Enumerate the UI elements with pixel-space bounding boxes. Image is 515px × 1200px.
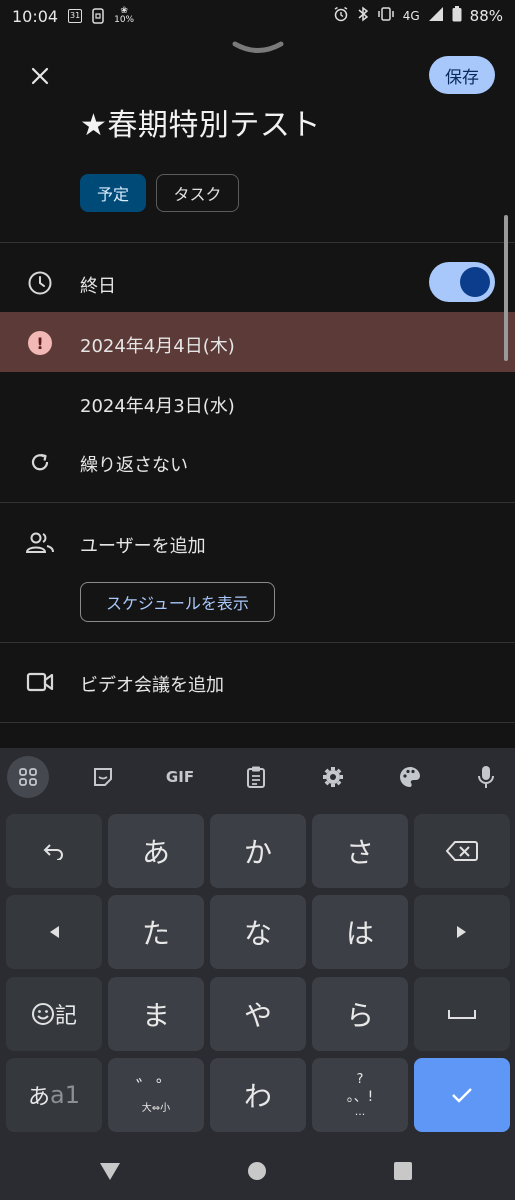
key-ta[interactable]: た [108, 895, 204, 969]
recents-nav-icon[interactable] [390, 1158, 416, 1184]
enter-key[interactable] [414, 1058, 510, 1132]
alnum-mode-label: a1 [50, 1081, 80, 1109]
start-date[interactable]: 2024年4月4日(木) [80, 332, 235, 358]
people-icon [24, 527, 56, 559]
key-sa[interactable]: さ [312, 814, 408, 888]
signal-icon [428, 6, 444, 26]
navigation-bar [0, 1140, 515, 1200]
repeat-setting[interactable]: 繰り返さない [80, 451, 188, 477]
close-button[interactable] [22, 60, 58, 92]
sticker-icon[interactable] [82, 756, 124, 798]
status-time: 10:04 [12, 6, 59, 26]
mic-icon[interactable] [465, 756, 507, 798]
palette-icon[interactable] [389, 756, 431, 798]
key-wa[interactable]: わ [210, 1058, 306, 1132]
key-ha[interactable]: は [312, 895, 408, 969]
key-ma[interactable]: ま [108, 977, 204, 1051]
check-icon [452, 1088, 472, 1103]
close-icon [31, 67, 49, 85]
dakuten-key[interactable]: ゛゜ 大⇔小 [108, 1058, 204, 1132]
add-video-call[interactable]: ビデオ会議を追加 [80, 671, 224, 697]
view-schedule-button[interactable]: スケジュールを表示 [80, 582, 275, 622]
home-nav-icon[interactable] [244, 1158, 270, 1184]
event-type-chip[interactable]: 予定 [80, 174, 146, 212]
dakuten-label: ゛゜ [136, 1075, 176, 1100]
backspace-icon [446, 841, 478, 861]
data-saver-label: 10% [114, 15, 135, 25]
error-icon: ! [28, 331, 52, 355]
status-bar: 10:04 31 ❀ 10% 4G 88% [0, 0, 515, 32]
punct-label: 。、! [346, 1089, 374, 1105]
cursor-left-key[interactable] [6, 895, 102, 969]
collapse-handle-icon[interactable] [232, 40, 284, 54]
add-people[interactable]: ユーザーを追加 [80, 532, 206, 558]
size-toggle-label: 大⇔小 [141, 1102, 171, 1114]
kana-mode-label: あ [28, 1085, 51, 1110]
alarm-icon [333, 6, 349, 26]
space-icon [448, 1010, 476, 1019]
divider [0, 242, 515, 243]
key-ya[interactable]: や [210, 977, 306, 1051]
save-button[interactable]: 保存 [429, 56, 495, 94]
emoji-icon [31, 1003, 54, 1025]
bluetooth-icon [357, 6, 369, 26]
calendar-icon: 31 [68, 9, 83, 23]
right-arrow-icon [457, 926, 466, 938]
end-date[interactable]: 2024年4月3日(水) [80, 392, 235, 418]
battery-level: 88% [469, 7, 503, 25]
all-day-label: 終日 [80, 276, 116, 297]
vibrate-icon [377, 6, 395, 26]
ellipsis-label: ... [354, 1105, 366, 1118]
cursor-right-key[interactable] [414, 895, 510, 969]
clock-icon [24, 267, 56, 299]
network-type: 4G [402, 9, 420, 23]
emoji-symbol-key[interactable]: 記 [6, 977, 102, 1051]
data-saver-icon: ❀ 10% [114, 6, 135, 25]
back-nav-icon[interactable] [97, 1158, 123, 1184]
divider [0, 642, 515, 643]
input-mode-key[interactable]: あ a1 [6, 1058, 102, 1132]
gif-button[interactable]: GIF [159, 756, 201, 798]
toggle-knob [460, 267, 490, 297]
start-date-row[interactable] [0, 312, 515, 372]
app-notification-icon [92, 8, 104, 24]
battery-icon [452, 6, 462, 26]
space-key[interactable] [414, 977, 510, 1051]
question-label: ? [356, 1072, 364, 1087]
repeat-icon [24, 446, 56, 478]
grid-icon[interactable] [7, 756, 49, 798]
settings-icon[interactable] [312, 756, 354, 798]
undo-key[interactable] [6, 814, 102, 888]
all-day-toggle[interactable] [429, 262, 495, 302]
video-call-icon [24, 666, 56, 698]
keyboard-toolbar: GIF [0, 748, 515, 806]
symbol-label: 記 [54, 1004, 77, 1029]
key-a[interactable]: あ [108, 814, 204, 888]
key-ka[interactable]: か [210, 814, 306, 888]
punctuation-key[interactable]: ? 。、! ... [312, 1058, 408, 1132]
key-na[interactable]: な [210, 895, 306, 969]
undo-icon [43, 844, 63, 860]
scrollbar[interactable] [504, 215, 508, 361]
left-arrow-icon [50, 926, 59, 938]
divider [0, 502, 515, 503]
divider [0, 722, 515, 723]
event-title-input[interactable]: ★春期特別テスト [80, 100, 321, 144]
clipboard-icon[interactable] [235, 756, 277, 798]
key-ra[interactable]: ら [312, 977, 408, 1051]
task-type-chip[interactable]: タスク [156, 174, 239, 212]
backspace-key[interactable] [414, 814, 510, 888]
